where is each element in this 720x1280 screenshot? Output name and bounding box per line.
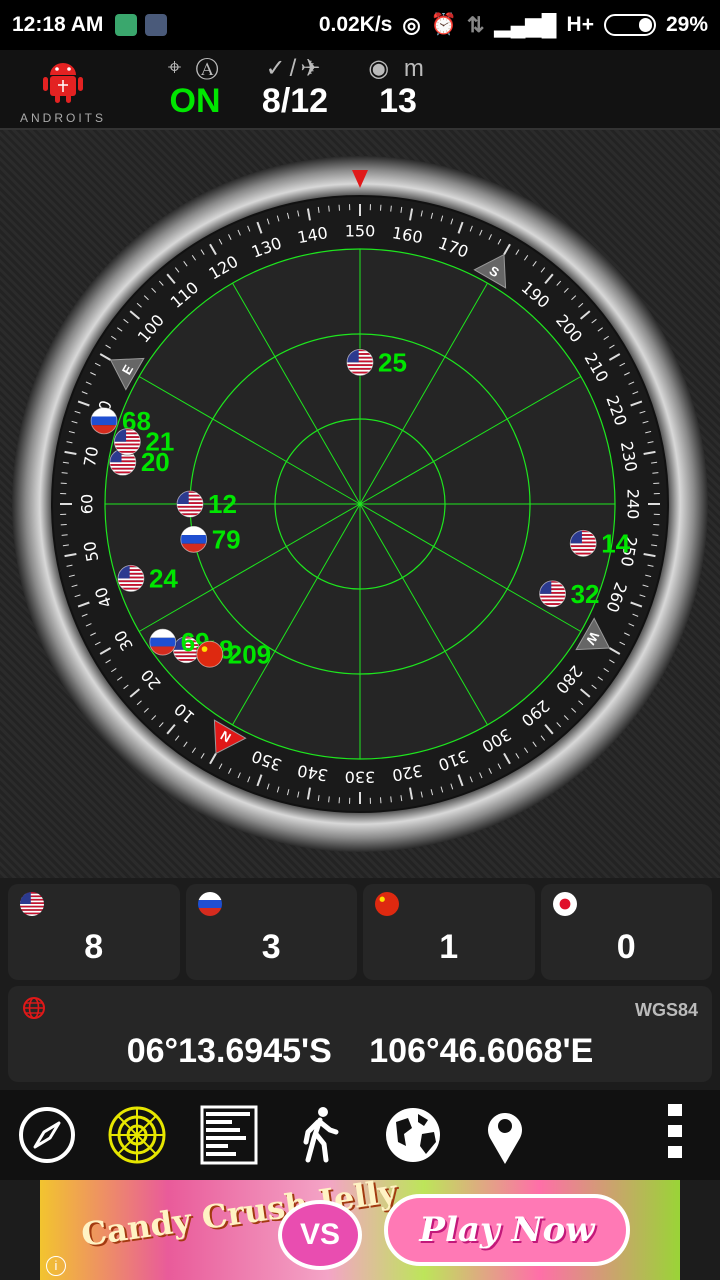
constellation-counts: 8 3 1 0 [8, 884, 712, 980]
android-robot-icon [43, 63, 83, 103]
notification-app-icon [115, 14, 138, 36]
count-card-russia[interactable]: 3 [185, 884, 357, 980]
accuracy-icon: ◉ [368, 55, 394, 82]
ad-info-icon[interactable]: i [46, 1256, 66, 1276]
app-logo[interactable]: ANDROITS [18, 58, 108, 125]
scale-tick [390, 205, 392, 212]
accuracy-value: 13 [379, 82, 417, 120]
scale-tick [390, 796, 392, 803]
satellite-count: ✓/✈ 8/12 [240, 54, 350, 121]
ad-banner[interactable]: Candy Crush Jelly VS Play Now i [40, 1180, 680, 1280]
scale-label: 60 [78, 494, 97, 514]
overflow-menu-icon[interactable] [640, 1100, 710, 1170]
scale-tick [652, 534, 659, 536]
japan-flag-icon [552, 892, 577, 916]
satellites-separator: / [280, 82, 291, 120]
ru-flag-icon [148, 628, 177, 657]
satellite-id: 79 [212, 524, 241, 554]
ru-flag-icon [90, 406, 119, 435]
count-value-china: 1 [439, 928, 459, 966]
datum-label: WGS84 [634, 1000, 698, 1020]
gps-summary-bar: ANDROITS ⌖ Ⓐ ON ✓/✈ 8/12 ◉ m 13 [0, 50, 720, 130]
us-flag-icon [538, 579, 567, 608]
ad-vs-badge: VS [278, 1200, 362, 1270]
scale-tick [61, 472, 68, 474]
signal-strength-icon: ▂▄▆█ [494, 13, 557, 37]
location-panel[interactable]: WGS84 06°13.6945'S 106°46.6068'E [8, 986, 712, 1082]
scale-label: 150 [345, 222, 376, 241]
cn-flag-icon [195, 640, 224, 669]
scale-tick [61, 534, 68, 536]
compass-icon[interactable] [12, 1100, 82, 1170]
count-card-china[interactable]: 1 [363, 884, 535, 980]
scale-tick [328, 205, 330, 212]
data-transfer-icon: ⇅ [466, 13, 485, 37]
app-logo-text: ANDROITS [19, 111, 106, 125]
latitude-value: 06°13.6945'S [126, 1032, 332, 1070]
longitude-value: 106°46.6068'E [369, 1032, 594, 1070]
russia-flag-icon [197, 892, 222, 916]
gps-fix-icon: ⌖ Ⓐ [167, 54, 223, 81]
network-type: H+ [566, 13, 594, 36]
satellite-icon: ✓/✈ [265, 55, 325, 82]
ad-play-now-button[interactable]: Play Now [384, 1194, 630, 1266]
status-bar: 12:18 AM 0.02K/s ◎ ⏰ ⇅ ▂▄▆█ H+ 29% [0, 0, 720, 50]
us-flag-icon [116, 564, 145, 593]
count-value-russia: 3 [261, 928, 281, 966]
accuracy: ◉ m 13 [358, 54, 438, 121]
scale-label: 240 [624, 489, 643, 520]
hotspot-icon: ◎ [402, 13, 421, 37]
signal-bars-icon[interactable] [194, 1100, 264, 1170]
sky-radar[interactable]: 1020304050607080100110120130140150160170… [0, 130, 720, 878]
satellite-id: 21 [145, 427, 174, 457]
ru-flag-icon [179, 525, 208, 554]
notification-chat-icon [145, 14, 168, 36]
satellite-id: 25 [378, 347, 407, 377]
satellites-total: 12 [290, 82, 329, 120]
satellite-marker[interactable]: 209 [195, 639, 271, 669]
scale-tick [328, 796, 330, 803]
satellite-id: 24 [149, 563, 178, 593]
satellite-id: 14 [601, 528, 630, 558]
count-value-usa: 8 [84, 928, 104, 966]
satellite-id: 32 [571, 579, 600, 609]
accuracy-unit: m [403, 55, 428, 82]
map-pin-icon[interactable] [470, 1100, 540, 1170]
us-flag-icon [346, 348, 374, 377]
scale-label: 330 [345, 768, 376, 787]
battery-percent: 29% [665, 13, 708, 36]
usa-flag-icon [20, 892, 44, 916]
net-speed: 0.02K/s [318, 13, 393, 36]
scale-tick [652, 472, 659, 474]
gps-status-value: ON [169, 82, 221, 120]
status-time: 12:18 AM [12, 13, 104, 36]
china-flag-icon [375, 892, 399, 916]
bottom-navigation [0, 1090, 720, 1180]
count-card-usa[interactable]: 8 [8, 884, 180, 980]
gps-status: ⌖ Ⓐ ON [150, 54, 240, 121]
globe-icon[interactable] [378, 1100, 448, 1170]
walk-icon[interactable] [286, 1100, 356, 1170]
count-card-japan[interactable]: 0 [540, 884, 712, 980]
globe-icon [23, 997, 45, 1019]
alarm-icon: ⏰ [430, 13, 457, 36]
sky-radar-panel: 1020304050607080100110120130140150160170… [0, 130, 720, 878]
battery-icon [603, 14, 656, 36]
us-flag-icon [113, 427, 142, 456]
satellites-used: 8 [261, 82, 281, 120]
satellite-id: 12 [208, 489, 237, 519]
us-flag-icon [569, 529, 598, 558]
count-value-japan: 0 [616, 928, 636, 966]
satellite-id: 209 [228, 639, 271, 669]
radar-icon[interactable] [102, 1100, 172, 1170]
scale-label: 50 [80, 540, 102, 563]
scale-label: 70 [80, 445, 102, 468]
us-flag-icon [176, 490, 204, 518]
